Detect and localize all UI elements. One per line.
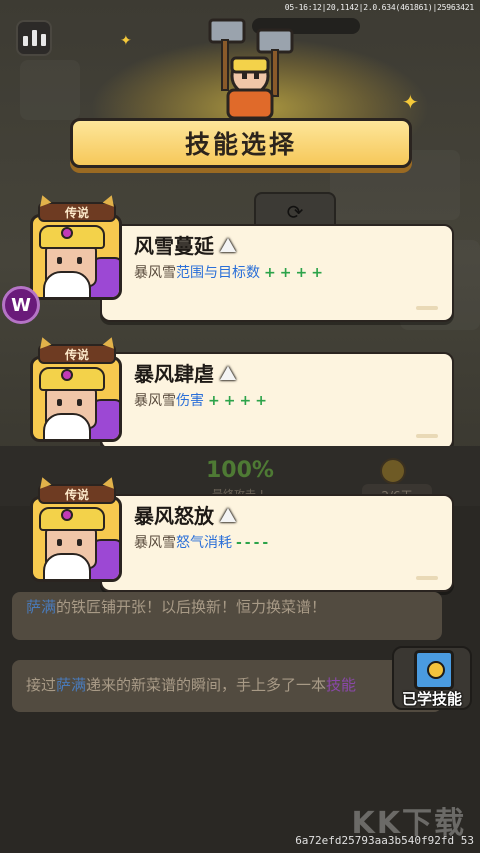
skill-name: 暴风肆虐 [134,358,236,387]
skill-description: 暴风雪怒气消耗 ---- [134,532,271,552]
message-box-1: 萨满的铁匠铺开张！以后换新！恒力换菜谱！ [12,592,442,640]
message-name: 萨满 [56,676,87,694]
message-text: 的铁匠铺开张！以后换新！恒力换菜谱！ [56,598,327,616]
sparkle-icon: ✦ [120,33,132,49]
wizard-portrait-icon [30,496,122,582]
skill-card-1[interactable]: 风雪蔓延 暴风雪范围与目标数 ++++ [100,224,454,322]
upgrade-arrow-icon [220,237,236,252]
skill-desc-prefix: 暴风雪 [134,265,176,281]
skill-name-text: 暴风肆虐 [134,362,214,386]
skill-name-text: 暴风怒放 [134,504,214,528]
message-skill: 技能 [326,676,357,694]
card-indicator [416,434,438,438]
skill-desc-prefix: 暴风雪 [134,535,176,551]
skill-card-2[interactable]: 暴风肆虐 暴风雪伤害 ++++ [100,352,454,450]
skill-modifier: ++++ [208,393,271,409]
message-box-2: 接过萨满递来的新菜谱的瞬间，手上多了一本技能 [12,660,442,712]
percent-text: 100% [206,458,274,483]
card-indicator [416,576,438,580]
skill-description: 暴风雪范围与目标数 ++++ [134,262,327,282]
rarity-tag: 传说 [38,202,116,222]
learned-skills-label: 已学技能 [401,690,462,708]
hero-with-axes-icon [208,18,294,120]
learned-skills-button[interactable]: 已学技能 [392,646,472,710]
debug-status-text: 05-16:12|20,1142|2.0.634(461861)|2596342… [284,3,474,12]
skill-desc-highlight: 伤害 [176,393,204,409]
skill-name: 暴风怒放 [134,500,236,529]
upgrade-arrow-icon [220,365,236,380]
skill-modifier: ---- [236,535,272,551]
book-icon [414,650,454,690]
w-badge-icon[interactable]: W [2,286,40,324]
stats-icon[interactable] [16,20,52,56]
wizard-portrait-icon [30,356,122,442]
wizard-portrait-icon [30,214,122,300]
skill-desc-prefix: 暴风雪 [134,393,176,409]
title-banner: 技能选择 [51,118,431,171]
skill-description: 暴风雪伤害 ++++ [134,390,271,410]
rarity-tag: 传说 [38,484,116,504]
sparkle-icon: ✦ [402,90,419,114]
upgrade-arrow-icon [220,507,236,522]
skill-desc-highlight: 范围与目标数 [176,265,260,281]
message-text: 递来的新菜谱的瞬间，手上多了一本 [86,676,327,694]
message-name: 萨满 [26,598,57,616]
skill-desc-highlight: 怒气消耗 [176,535,232,551]
skill-modifier: ++++ [264,265,327,281]
card-indicator [416,306,438,310]
page-title: 技能选择 [184,130,297,159]
message-text: 接过 [26,676,57,694]
skill-name: 风雪蔓延 [134,230,236,259]
skill-card-3[interactable]: 暴风怒放 暴风雪怒气消耗 ---- [100,494,454,592]
rarity-tag: 传说 [38,344,116,364]
session-id-text: 6a72efd25793aa3b540f92fd 53 [295,834,474,847]
skill-name-text: 风雪蔓延 [134,234,214,258]
coin-icon [380,458,406,484]
